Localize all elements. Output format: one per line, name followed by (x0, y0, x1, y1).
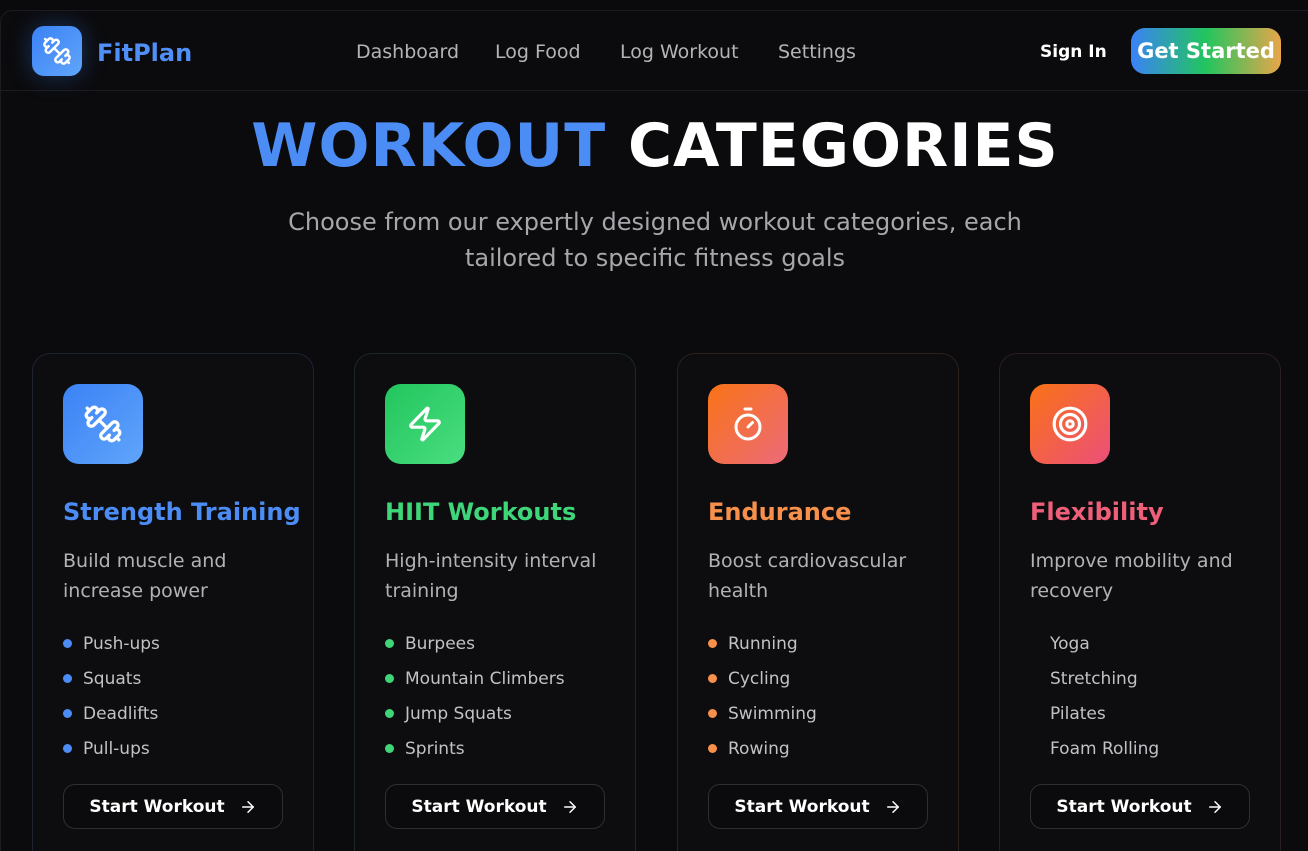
list-item: Rowing (708, 731, 817, 766)
category-card-hiit: HIIT Workouts High-intensity interval tr… (354, 353, 636, 851)
app-window: FitPlan Dashboard Log Food Log Workout S… (0, 10, 1308, 851)
arrow-right-icon (886, 800, 899, 813)
start-workout-button[interactable]: Start Workout (63, 784, 283, 829)
exercise-name: Foam Rolling (1050, 738, 1160, 759)
title-accent: WORKOUT (251, 111, 607, 181)
bullet-dot (385, 639, 394, 648)
exercise-name: Mountain Climbers (405, 668, 565, 689)
exercise-name: Squats (83, 668, 142, 689)
arrow-right-icon (1208, 800, 1221, 813)
category-card-endurance: Endurance Boost cardiovascular health Ru… (677, 353, 959, 851)
bullet-dot (1030, 674, 1039, 683)
nav-dashboard[interactable]: Dashboard (356, 41, 459, 63)
button-label: Start Workout (734, 796, 870, 817)
page-subtitle: Choose from our expertly designed workou… (288, 208, 1022, 272)
bullet-dot (1030, 709, 1039, 718)
dumbbell-icon (63, 384, 143, 464)
list-item: Jump Squats (385, 696, 565, 731)
list-item: Pull-ups (63, 731, 160, 766)
bullet-dot (708, 744, 717, 753)
bullet-dot (63, 639, 72, 648)
exercise-name: Sprints (405, 738, 465, 759)
arrow-right-icon (563, 800, 576, 813)
list-item: Pilates (1030, 696, 1159, 731)
arrow-right-icon (241, 800, 254, 813)
title-rest: CATEGORIES (628, 111, 1059, 181)
exercise-list: Push-ups Squats Deadlifts Pull-ups (63, 626, 160, 766)
list-item: Deadlifts (63, 696, 160, 731)
button-label: Start Workout (1056, 796, 1192, 817)
exercise-list: Yoga Stretching Pilates Foam Rolling (1030, 626, 1159, 766)
nav-log-food[interactable]: Log Food (495, 41, 581, 63)
bullet-dot (63, 709, 72, 718)
card-title: HIIT Workouts (385, 498, 577, 526)
card-description: Build muscle and increase power (63, 550, 227, 602)
get-started-button[interactable]: Get Started (1131, 28, 1281, 74)
exercise-list: Burpees Mountain Climbers Jump Squats Sp… (385, 626, 565, 766)
list-item: Yoga (1030, 626, 1159, 661)
category-card-flexibility: Flexibility Improve mobility and recover… (999, 353, 1281, 851)
bullet-dot (1030, 744, 1039, 753)
exercise-name: Rowing (728, 738, 790, 759)
bullet-dot (385, 709, 394, 718)
card-title: Strength Training (63, 498, 301, 526)
button-label: Start Workout (411, 796, 547, 817)
dumbbell-icon[interactable] (32, 26, 82, 76)
lightning-icon (385, 384, 465, 464)
category-card-strength: Strength Training Build muscle and incre… (32, 353, 314, 851)
timer-icon (708, 384, 788, 464)
list-item: Sprints (385, 731, 565, 766)
bullet-dot (708, 674, 717, 683)
list-item: Cycling (708, 661, 817, 696)
nav-settings[interactable]: Settings (778, 41, 856, 63)
exercise-name: Pilates (1050, 703, 1106, 724)
card-title: Endurance (708, 498, 852, 526)
bullet-dot (708, 709, 717, 718)
card-description: Improve mobility and recovery (1030, 550, 1233, 602)
target-icon (1030, 384, 1110, 464)
top-navbar: FitPlan Dashboard Log Food Log Workout S… (1, 11, 1308, 91)
exercise-name: Swimming (728, 703, 817, 724)
bullet-dot (708, 639, 717, 648)
exercise-name: Yoga (1050, 633, 1090, 654)
list-item: Push-ups (63, 626, 160, 661)
button-label: Start Workout (89, 796, 225, 817)
exercise-name: Running (728, 633, 798, 654)
list-item: Burpees (385, 626, 565, 661)
nav-log-workout[interactable]: Log Workout (620, 41, 739, 63)
bullet-dot (63, 674, 72, 683)
bullet-dot (63, 744, 72, 753)
sign-in-link[interactable]: Sign In (1040, 42, 1107, 62)
start-workout-button[interactable]: Start Workout (385, 784, 605, 829)
start-workout-button[interactable]: Start Workout (1030, 784, 1250, 829)
list-item: Stretching (1030, 661, 1159, 696)
card-description: Boost cardiovascular health (708, 550, 907, 602)
exercise-name: Stretching (1050, 668, 1138, 689)
card-description: High-intensity interval training (385, 550, 597, 602)
bullet-dot (385, 674, 394, 683)
list-item: Mountain Climbers (385, 661, 565, 696)
list-item: Running (708, 626, 817, 661)
list-item: Squats (63, 661, 160, 696)
exercise-name: Deadlifts (83, 703, 159, 724)
brand-name[interactable]: FitPlan (97, 39, 192, 67)
page-title: WORKOUT CATEGORIES (1, 111, 1308, 181)
exercise-list: Running Cycling Swimming Rowing (708, 626, 817, 766)
exercise-name: Burpees (405, 633, 475, 654)
exercise-name: Push-ups (83, 633, 160, 654)
bullet-dot (385, 744, 394, 753)
list-item: Foam Rolling (1030, 731, 1159, 766)
bullet-dot (1030, 639, 1039, 648)
exercise-name: Cycling (728, 668, 791, 689)
card-title: Flexibility (1030, 498, 1164, 526)
list-item: Swimming (708, 696, 817, 731)
start-workout-button[interactable]: Start Workout (708, 784, 928, 829)
exercise-name: Jump Squats (405, 703, 512, 724)
exercise-name: Pull-ups (83, 738, 150, 759)
